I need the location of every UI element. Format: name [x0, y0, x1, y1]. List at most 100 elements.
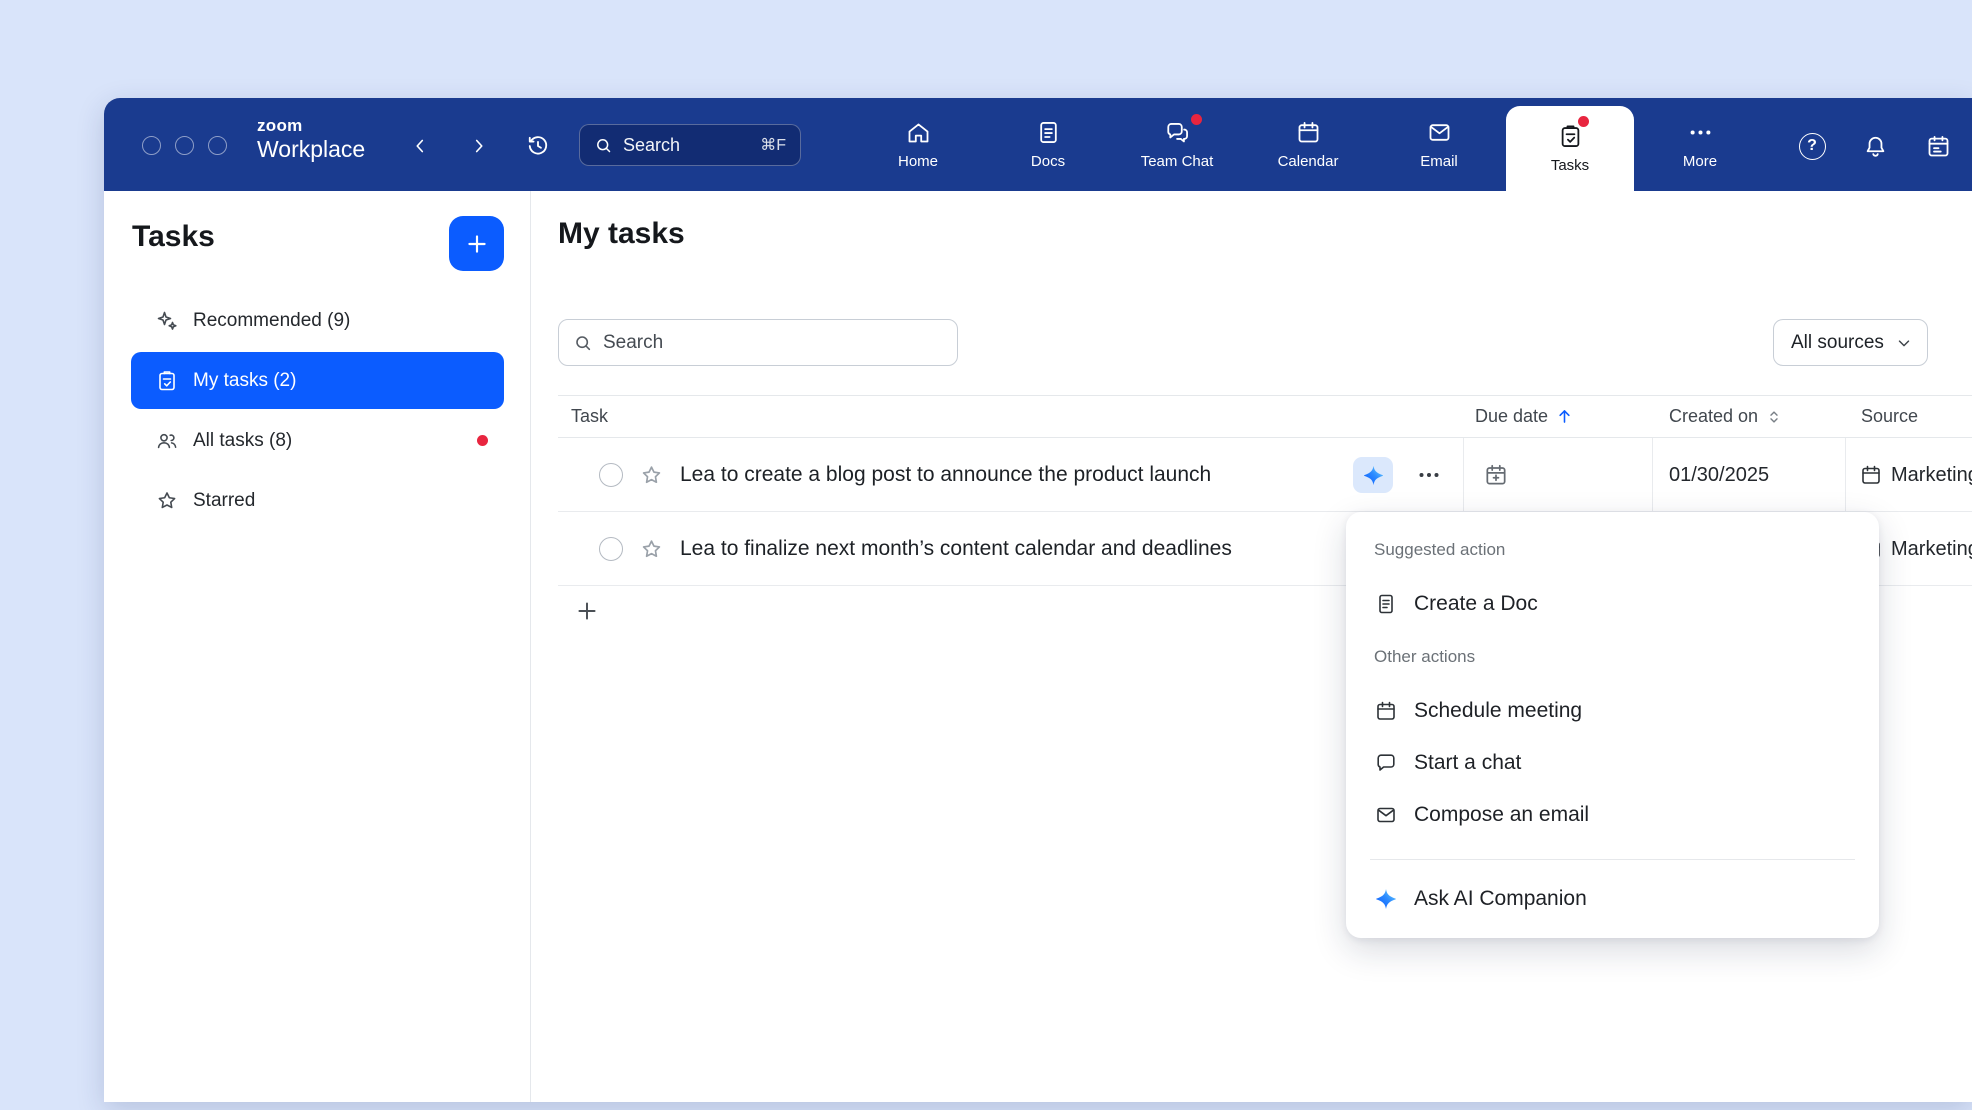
calendar-plus-icon — [1483, 462, 1509, 488]
global-search[interactable]: Search ⌘F — [579, 124, 801, 166]
logo-workplace: Workplace — [257, 138, 365, 161]
nav-home[interactable]: Home — [864, 98, 972, 191]
sidebar-item-recommended[interactable]: Recommended (9) — [131, 292, 504, 349]
sidebar-item-all-tasks[interactable]: All tasks (8) — [131, 412, 504, 469]
calendar-icon — [1859, 463, 1883, 487]
team-chat-icon — [1164, 119, 1191, 146]
sidebar-item-my-tasks[interactable]: My tasks (2) — [131, 352, 504, 409]
cell-separator — [1652, 438, 1653, 511]
add-task-button[interactable] — [572, 596, 602, 626]
all-tasks-badge — [477, 435, 488, 446]
search-shortcut: ⌘F — [760, 135, 786, 155]
zoom-workplace-logo: zoom Workplace — [257, 117, 365, 161]
chevron-right-icon — [468, 135, 490, 157]
menu-item-label: Schedule meeting — [1414, 699, 1582, 723]
menu-item-ask-ai-companion[interactable]: Ask AI Companion — [1354, 873, 1871, 925]
history-clock-icon — [525, 133, 551, 159]
menu-item-label: Compose an email — [1414, 803, 1589, 827]
ai-companion-icon — [1374, 887, 1398, 911]
help-button[interactable]: ? — [1795, 129, 1829, 163]
people-icon — [155, 429, 179, 453]
chevron-down-icon — [1895, 334, 1913, 352]
add-due-date-button[interactable] — [1483, 462, 1509, 488]
star-icon — [155, 489, 179, 513]
star-icon — [639, 537, 664, 562]
nav-more[interactable]: More — [1646, 98, 1754, 191]
column-header-task[interactable]: Task — [571, 396, 608, 437]
window-control-2[interactable] — [175, 136, 194, 155]
column-header-created-on[interactable]: Created on — [1669, 396, 1783, 437]
star-icon — [639, 463, 664, 488]
window-control-3[interactable] — [208, 136, 227, 155]
sources-filter-dropdown[interactable]: All sources — [1773, 319, 1928, 366]
email-icon — [1426, 119, 1453, 146]
sidebar-item-label: All tasks (8) — [193, 430, 292, 452]
task-actions-menu: Suggested action Create a Doc Other acti… — [1346, 512, 1879, 938]
column-header-due-date[interactable]: Due date — [1475, 396, 1574, 437]
page-title: My tasks — [558, 217, 685, 251]
nav-team-chat-label: Team Chat — [1141, 153, 1214, 170]
star-task-button[interactable] — [639, 537, 664, 562]
star-task-button[interactable] — [639, 463, 664, 488]
sidebar-item-label: Recommended (9) — [193, 310, 350, 332]
plus-icon — [464, 231, 490, 257]
chat-bubble-icon — [1374, 751, 1398, 775]
sources-filter-label: All sources — [1791, 332, 1884, 354]
new-task-button[interactable] — [449, 216, 504, 271]
history-button[interactable] — [521, 129, 555, 163]
nav-docs-label: Docs — [1031, 153, 1065, 170]
table-header: Task Due date Created on Source — [558, 395, 1972, 438]
nav-email-label: Email — [1420, 153, 1458, 170]
forward-button[interactable] — [462, 129, 496, 163]
task-complete-checkbox[interactable] — [599, 463, 623, 487]
row-more-button[interactable] — [1414, 460, 1444, 490]
task-search[interactable] — [558, 319, 958, 366]
menu-item-create-doc[interactable]: Create a Doc — [1354, 578, 1871, 630]
back-button[interactable] — [403, 129, 437, 163]
nav-more-label: More — [1683, 153, 1717, 170]
column-header-source[interactable]: Source — [1861, 396, 1918, 437]
menu-item-start-chat[interactable]: Start a chat — [1354, 737, 1871, 789]
nav-tasks-label: Tasks — [1551, 157, 1589, 174]
titlebar: zoom Workplace Search ⌘F Home Docs — [104, 98, 1972, 191]
sidebar-item-label: My tasks (2) — [193, 370, 296, 392]
nav-team-chat[interactable]: Team Chat — [1123, 98, 1231, 191]
logo-zoom: zoom — [257, 117, 365, 134]
schedule-panel-button[interactable] — [1921, 129, 1955, 163]
nav-tasks-active-tab[interactable]: Tasks — [1506, 106, 1634, 191]
app-window: zoom Workplace Search ⌘F Home Docs — [104, 98, 1972, 1102]
more-icon — [1687, 119, 1714, 146]
search-icon — [573, 333, 593, 353]
ai-companion-action-button[interactable] — [1353, 457, 1393, 493]
doc-icon — [1374, 592, 1398, 616]
tasks-icon — [1557, 123, 1584, 150]
source-value: Marketing — [1891, 438, 1972, 512]
cell-separator — [1845, 438, 1846, 511]
task-row-1[interactable]: Lea to create a blog post to announce th… — [558, 438, 1972, 512]
task-search-input[interactable] — [603, 332, 943, 354]
sidebar-item-starred[interactable]: Starred — [131, 472, 504, 529]
task-title: Lea to create a blog post to announce th… — [680, 438, 1211, 512]
calendar-icon — [1295, 119, 1322, 146]
menu-item-compose-email[interactable]: Compose an email — [1354, 789, 1871, 841]
ellipsis-icon — [1414, 460, 1444, 490]
team-chat-badge — [1191, 114, 1202, 125]
menu-item-schedule-meeting[interactable]: Schedule meeting — [1354, 685, 1871, 737]
task-title: Lea to finalize next month’s content cal… — [680, 512, 1232, 586]
sidebar-item-label: Starred — [193, 490, 255, 512]
sparkle-icon — [155, 309, 179, 333]
menu-item-label: Start a chat — [1414, 751, 1521, 775]
sidebar-title: Tasks — [132, 220, 215, 254]
notifications-button[interactable] — [1858, 129, 1892, 163]
calendar-panel-icon — [1925, 133, 1952, 160]
nav-email[interactable]: Email — [1385, 98, 1493, 191]
tasks-badge — [1578, 116, 1589, 127]
ai-companion-icon — [1362, 464, 1385, 487]
envelope-icon — [1374, 803, 1398, 827]
menu-divider — [1370, 859, 1855, 860]
nav-docs[interactable]: Docs — [994, 98, 1102, 191]
window-control-1[interactable] — [142, 136, 161, 155]
task-complete-checkbox[interactable] — [599, 537, 623, 561]
nav-calendar[interactable]: Calendar — [1254, 98, 1362, 191]
calendar-icon — [1374, 699, 1398, 723]
